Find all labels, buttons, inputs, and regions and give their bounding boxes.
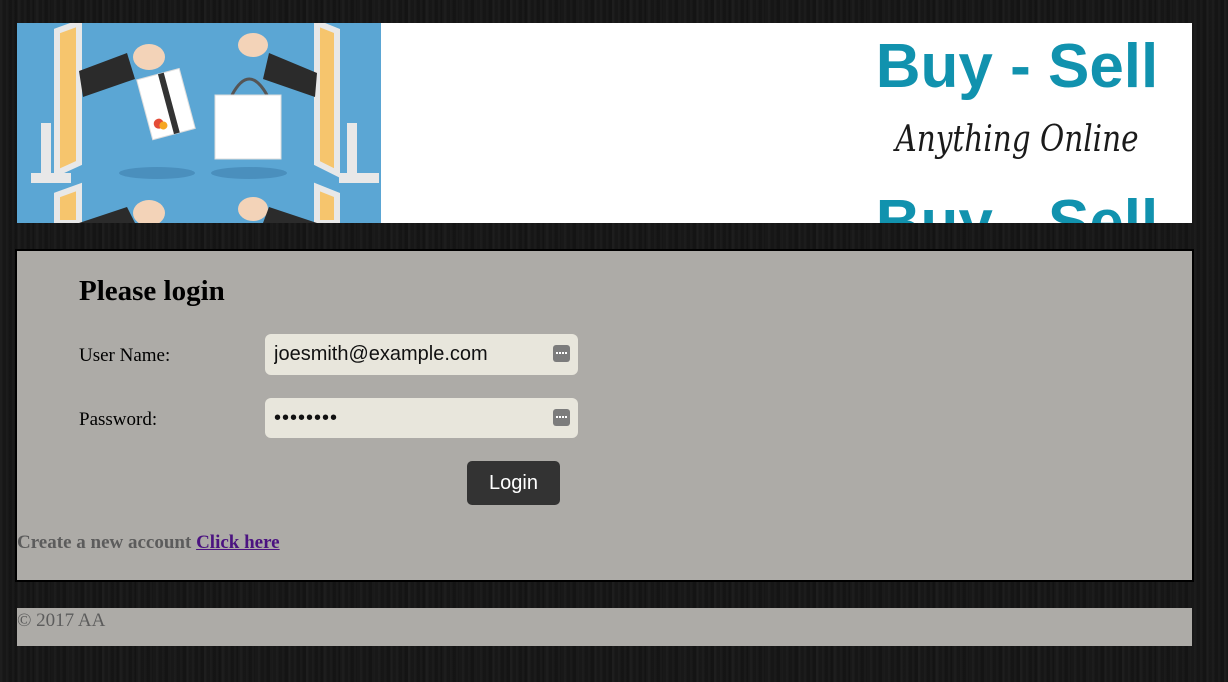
- header-banner: Buy - Sell Anything Online Buy - Sell: [17, 23, 1192, 223]
- password-input[interactable]: [265, 398, 544, 438]
- password-manager-key-icon[interactable]: [553, 345, 570, 362]
- password-label: Password:: [79, 409, 158, 430]
- brand-logo: Buy - Sell Anything Online Buy - Sell: [867, 23, 1167, 223]
- login-heading: Please login: [79, 275, 225, 307]
- brand-subtitle: Anything Online: [895, 119, 1139, 160]
- create-account-link[interactable]: Click here: [196, 532, 280, 553]
- create-account-text: Create a new account: [17, 532, 192, 553]
- login-panel: Please login User Name: Password: Login …: [15, 249, 1194, 582]
- footer: © 2017 AA: [17, 608, 1192, 646]
- username-field-wrapper: [265, 334, 578, 375]
- username-input[interactable]: [265, 334, 544, 375]
- online-shopping-illustration: [31, 23, 379, 223]
- copyright-text: © 2017 AA: [17, 610, 106, 631]
- password-field-wrapper: [265, 398, 578, 438]
- banner-illustration: [17, 23, 381, 223]
- login-button[interactable]: Login: [467, 461, 560, 505]
- username-label: User Name:: [79, 345, 171, 366]
- brand-title: Buy - Sell: [875, 32, 1159, 101]
- password-manager-key-icon[interactable]: [553, 409, 570, 426]
- brand-title-repeat: Buy - Sell: [875, 188, 1159, 223]
- create-account-line: Create a new account Click here: [17, 532, 280, 554]
